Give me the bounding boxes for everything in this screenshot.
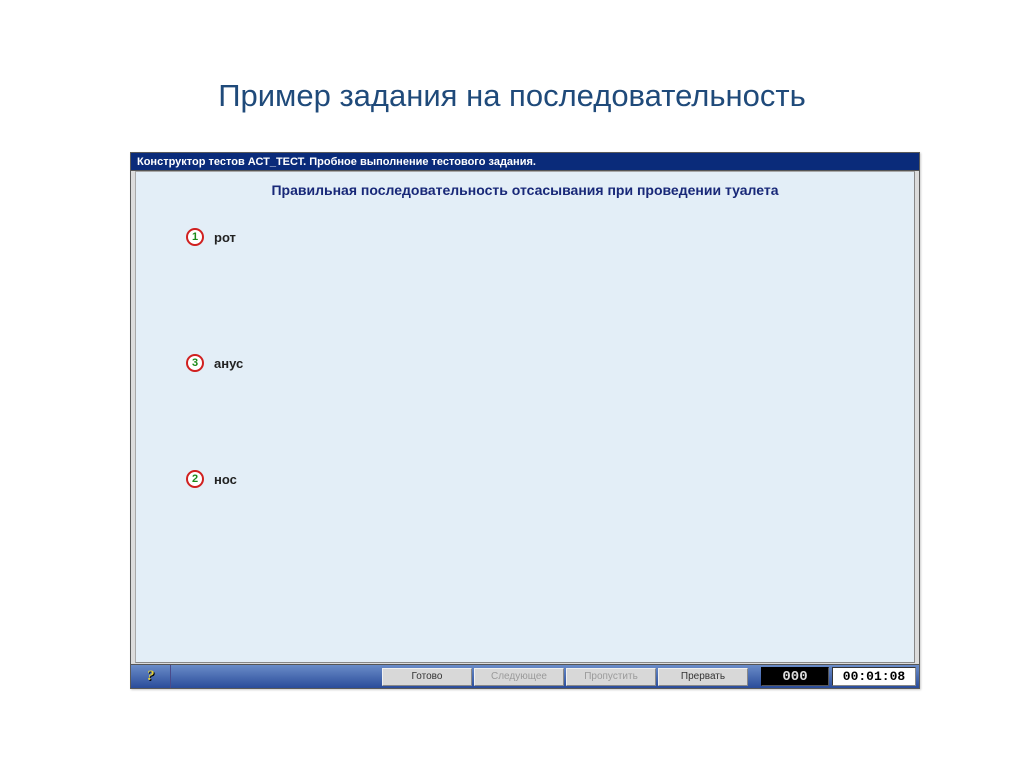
question-content-area: Правильная последовательность отсасывани… <box>135 171 915 663</box>
answer-label: рот <box>214 230 236 245</box>
window-titlebar: Конструктор тестов АСТ_ТЕСТ. Пробное вып… <box>131 153 919 171</box>
answer-badge-icon: 2 <box>186 470 204 488</box>
next-button: Следующее <box>474 668 564 686</box>
slide-title: Пример задания на последовательность <box>0 0 1024 154</box>
skip-button: Пропустить <box>566 668 656 686</box>
answer-item-1[interactable]: 1 рот <box>186 228 236 246</box>
answer-item-3[interactable]: 2 нос <box>186 470 237 488</box>
answer-badge-icon: 3 <box>186 354 204 372</box>
answer-badge-icon: 1 <box>186 228 204 246</box>
ready-button[interactable]: Готово <box>382 668 472 686</box>
app-window: Конструктор тестов АСТ_ТЕСТ. Пробное вып… <box>130 152 920 689</box>
answer-label: анус <box>214 356 243 371</box>
help-section: ? <box>131 665 171 688</box>
counter-display: 000 <box>761 667 829 686</box>
abort-button[interactable]: Прервать <box>658 668 748 686</box>
answer-item-2[interactable]: 3 анус <box>186 354 243 372</box>
answer-label: нос <box>214 472 237 487</box>
statusbar: ? Готово Следующее Пропустить Прервать 0… <box>131 664 919 688</box>
help-icon[interactable]: ? <box>147 668 155 685</box>
button-row: Готово Следующее Пропустить Прервать <box>381 665 749 688</box>
question-text: Правильная последовательность отсасывани… <box>136 172 914 198</box>
statusbar-spacer <box>749 665 759 688</box>
timer-display: 00:01:08 <box>832 667 916 686</box>
